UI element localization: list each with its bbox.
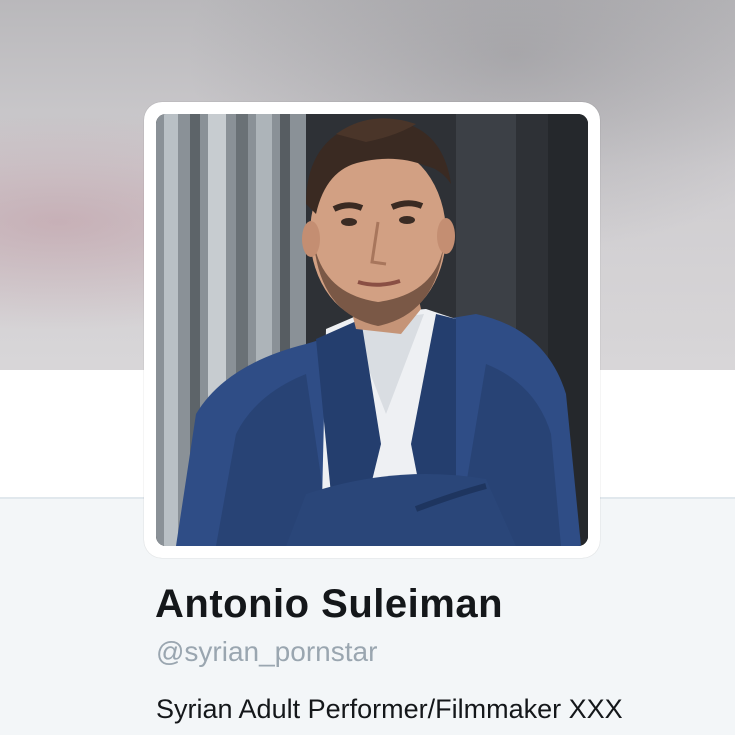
profile-handle[interactable]: @syrian_pornstar [156, 636, 377, 668]
profile-photo-icon [156, 114, 588, 546]
profile-page: Antonio Suleiman @syrian_pornstar Syrian… [0, 0, 735, 735]
avatar[interactable] [144, 102, 600, 558]
profile-name: Antonio Suleiman [155, 582, 503, 626]
profile-bio: Syrian Adult Performer/Filmmaker XXX [156, 694, 623, 724]
avatar-photo [156, 114, 588, 546]
